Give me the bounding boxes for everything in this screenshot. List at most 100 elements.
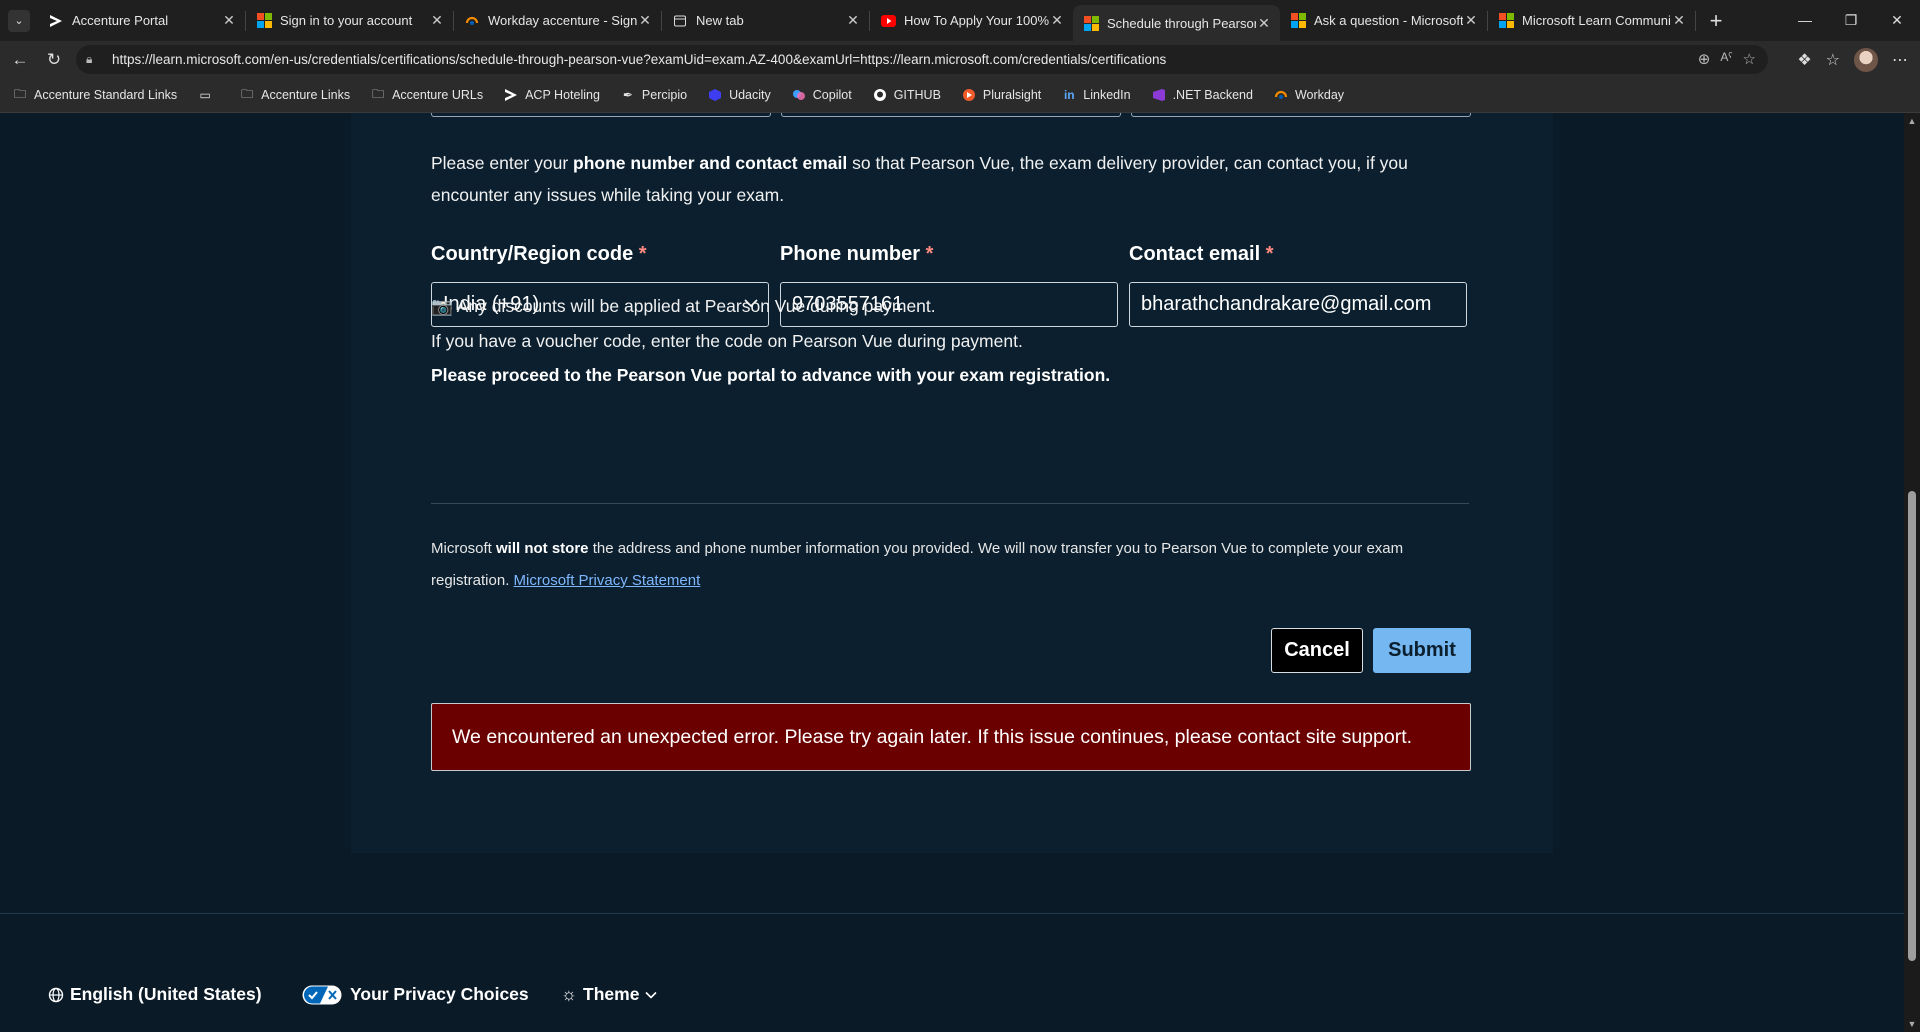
close-icon[interactable]: ✕ — [1463, 12, 1479, 29]
scroll-thumb[interactable] — [1908, 491, 1916, 961]
tab-title: How To Apply Your 100% Di — [904, 13, 1049, 28]
registration-form-card: Please enter your phone number and conta… — [351, 113, 1553, 853]
privacy-choices-link[interactable]: Your Privacy Choices — [302, 984, 529, 1005]
page-scrollbar[interactable]: ▲ ▼ — [1904, 113, 1920, 1032]
bookmark-percipio[interactable]: ✒ Percipio — [620, 87, 687, 103]
close-icon[interactable]: ✕ — [1256, 15, 1272, 32]
close-icon[interactable]: ✕ — [221, 12, 237, 29]
restore-icon[interactable]: ❐ — [1828, 12, 1874, 29]
privacy-disclaimer: Microsoft will not store the address and… — [431, 540, 1404, 589]
phone-number-label: Phone number * — [780, 243, 934, 265]
udacity-icon — [707, 87, 723, 103]
chevron-down-icon — [645, 991, 658, 999]
bookmark-label: LinkedIn — [1083, 88, 1131, 102]
more-options-icon[interactable]: ⋯ — [1892, 50, 1908, 70]
close-icon[interactable]: ✕ — [845, 12, 861, 29]
bookmark-label: Udacity — [729, 88, 771, 102]
favorite-star-icon[interactable]: ☆ — [1743, 50, 1756, 68]
scroll-down-arrow-icon[interactable]: ▼ — [1904, 1016, 1920, 1032]
contact-email-input[interactable]: bharathchandrakare@gmail.com — [1129, 282, 1467, 327]
previous-field-edge — [781, 113, 1121, 117]
chevron-down-icon: ⌄ — [8, 9, 30, 32]
tab-new-tab[interactable]: New tab ✕ — [662, 0, 869, 41]
workday-logo-icon — [1273, 87, 1289, 103]
required-mark: * — [925, 243, 934, 265]
close-icon[interactable]: ✕ — [637, 12, 653, 29]
tab-schedule-pearson-vue[interactable]: Schedule through Pearson V ✕ — [1073, 5, 1280, 41]
bookmark-label: .NET Backend — [1172, 88, 1253, 102]
microsoft-logo-icon — [256, 13, 272, 29]
refresh-icon[interactable]: ↻ — [40, 50, 68, 70]
window-controls: — ❐ ✕ — [1782, 12, 1920, 29]
github-icon — [872, 87, 888, 103]
new-tab-button[interactable]: + — [1696, 8, 1736, 34]
site-info-icon[interactable]: 🔒︎ — [86, 52, 100, 67]
email-value: bharathchandrakare@gmail.com — [1141, 293, 1432, 315]
language-selector[interactable]: English (United States) — [48, 984, 262, 1005]
bookmark-copilot[interactable]: Copilot — [791, 87, 852, 103]
bookmark-linkedin[interactable]: in LinkedIn — [1061, 87, 1131, 103]
tab-title: Schedule through Pearson V — [1107, 15, 1256, 31]
bookmark-accenture-links[interactable]: 🗀︎ Accenture Links — [239, 87, 350, 103]
tab-ask-question[interactable]: Ask a question - Microsoft Q ✕ — [1280, 0, 1487, 41]
copilot-icon — [791, 87, 807, 103]
close-window-icon[interactable]: ✕ — [1874, 12, 1920, 29]
youtube-logo-icon — [880, 13, 896, 29]
bookmark-net-backend[interactable]: .NET Backend — [1151, 87, 1253, 103]
profile-avatar[interactable] — [1854, 47, 1878, 72]
scroll-up-arrow-icon[interactable]: ▲ — [1904, 113, 1920, 129]
privacy-statement-link[interactable]: Microsoft Privacy Statement — [514, 572, 701, 589]
contact-intro-text: Please enter your phone number and conta… — [431, 153, 1408, 205]
tab-youtube-video[interactable]: How To Apply Your 100% Di ✕ — [870, 0, 1073, 41]
contact-email-label: Contact email * — [1129, 243, 1274, 265]
theme-label: Theme — [583, 984, 640, 1004]
globe-icon — [48, 987, 64, 1002]
url-action-icons: ⊕ Aˁ ☆ — [1698, 50, 1756, 68]
bookmark-accenture-urls[interactable]: 🗀︎ Accenture URLs — [370, 87, 483, 103]
bookmark-accenture-standard-links[interactable]: 🗀︎ Accenture Standard Links — [12, 87, 177, 103]
back-arrow-icon[interactable]: ← — [6, 50, 34, 70]
country-code-label: Country/Region code * — [431, 243, 647, 265]
zoom-icon[interactable]: ⊕ — [1698, 50, 1711, 68]
tab-workday[interactable]: Workday accenture - Sign in ✕ — [454, 0, 661, 41]
bookmark-acp-hoteling[interactable]: ACP Hoteling — [503, 87, 600, 103]
link-icon: ▭ — [199, 88, 211, 102]
theme-selector[interactable]: ☼ Theme — [561, 984, 658, 1005]
bookmark-pluralsight[interactable]: Pluralsight — [961, 87, 1041, 103]
tab-accenture-portal[interactable]: Accenture Portal ✕ — [38, 0, 245, 41]
privacy-choices-label: Your Privacy Choices — [350, 984, 529, 1004]
toolbar-right: ❖ ☆ ⋯ — [1797, 41, 1920, 78]
cancel-button[interactable]: Cancel — [1271, 628, 1363, 673]
tab-actions-menu[interactable]: ⌄ — [0, 0, 38, 41]
close-icon[interactable]: ✕ — [1671, 12, 1687, 29]
bookmark-link[interactable]: ▭ — [197, 87, 219, 103]
bookmark-udacity[interactable]: Udacity — [707, 87, 771, 103]
tab-sign-in[interactable]: Sign in to your account ✕ — [246, 0, 453, 41]
bookmark-label: Accenture Standard Links — [34, 88, 178, 102]
bookmark-label: Accenture URLs — [392, 88, 484, 102]
bookmark-github[interactable]: GITHUB — [872, 87, 941, 103]
visual-studio-icon — [1151, 87, 1167, 103]
read-aloud-icon[interactable]: Aˁ — [1720, 50, 1732, 68]
bookmark-workday[interactable]: Workday — [1273, 87, 1344, 103]
bookmark-label: GITHUB — [893, 88, 941, 102]
tab-title: Accenture Portal — [72, 13, 169, 28]
close-icon[interactable]: ✕ — [1049, 12, 1065, 29]
required-mark: * — [638, 243, 647, 265]
sun-icon: ☼ — [561, 984, 578, 1004]
url-field[interactable]: 🔒︎ https://learn.microsoft.com/en-us/cre… — [76, 45, 1768, 74]
minimize-icon[interactable]: — — [1782, 12, 1828, 29]
tab-title: Microsoft Learn Community — [1522, 13, 1671, 28]
url-text: https://learn.microsoft.com/en-us/creden… — [112, 52, 1167, 67]
accenture-arrow-icon — [503, 87, 519, 103]
submit-button[interactable]: Submit — [1373, 628, 1471, 673]
close-icon[interactable]: ✕ — [429, 12, 445, 29]
language-label: English (United States) — [70, 984, 262, 1004]
bookmark-label: Workday — [1294, 88, 1345, 102]
extensions-icon[interactable]: ❖ — [1797, 50, 1811, 70]
favorites-icon[interactable]: ☆ — [1826, 50, 1840, 70]
pluralsight-icon — [961, 87, 977, 103]
folder-icon: 🗀︎ — [372, 86, 385, 101]
tab-learn-community[interactable]: Microsoft Learn Community ✕ — [1488, 0, 1695, 41]
previous-field-edge — [1131, 113, 1471, 117]
